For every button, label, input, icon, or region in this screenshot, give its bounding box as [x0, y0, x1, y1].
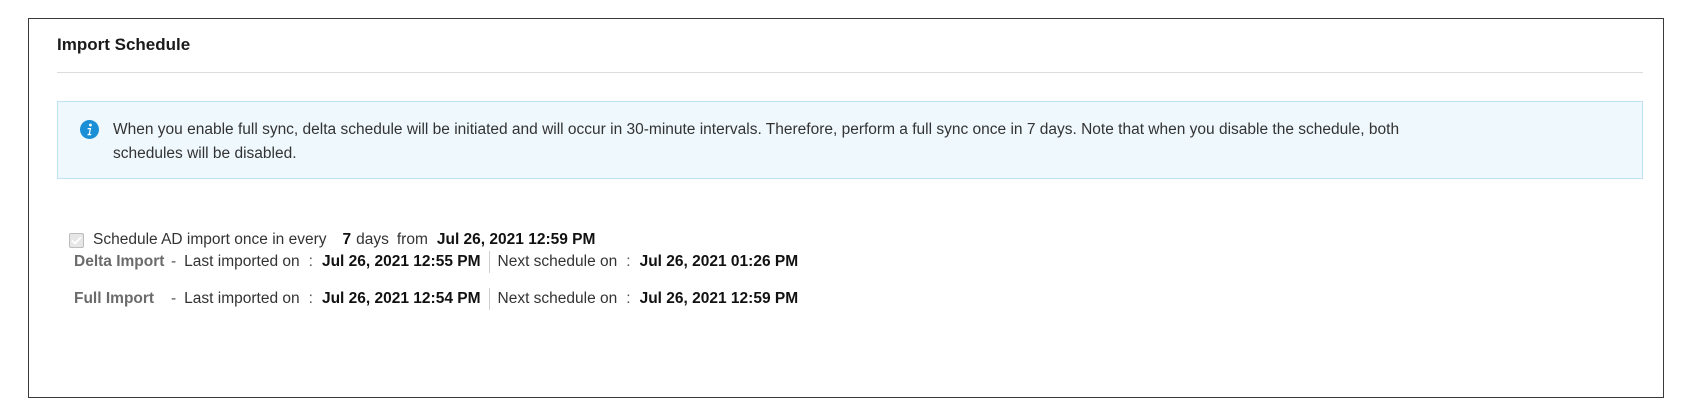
full-last-imported-label: Last imported on	[184, 290, 300, 307]
import-schedule-panel: Import Schedule When you enable full syn…	[28, 18, 1664, 398]
full-import-dash: -	[171, 290, 177, 307]
full-next-schedule-value: Jul 26, 2021 12:59 PM	[639, 290, 799, 307]
delta-import-dash: -	[171, 253, 177, 270]
delta-next-schedule-label: Next schedule on	[497, 253, 618, 270]
info-message: When you enable full sync, delta schedul…	[113, 118, 1582, 166]
delta-last-imported-value: Jul 26, 2021 12:55 PM	[321, 253, 481, 270]
delta-colon: :	[308, 253, 313, 270]
full-last-imported-value: Jul 26, 2021 12:54 PM	[321, 290, 481, 307]
title-divider	[57, 72, 1643, 73]
full-colon: :	[308, 290, 313, 307]
schedule-setting-row: Schedule AD import once in every 7 days …	[69, 231, 595, 249]
panel-title: Import Schedule	[57, 35, 191, 54]
delta-import-label: Delta Import	[74, 253, 165, 270]
delta-last-imported-label: Last imported on	[184, 253, 300, 270]
schedule-days-value[interactable]: 7	[342, 231, 351, 249]
full-import-row: Full Import - Last imported on : Jul 26,…	[74, 288, 798, 310]
checkmark-icon	[71, 236, 82, 245]
delta-separator	[488, 251, 490, 273]
info-icon	[80, 120, 99, 139]
info-message-line1: When you enable full sync, delta schedul…	[113, 121, 1400, 138]
full-separator	[488, 288, 490, 310]
schedule-label: Schedule AD import once in every	[93, 231, 327, 248]
delta-next-colon: :	[626, 253, 631, 270]
schedule-checkbox[interactable]	[69, 232, 84, 248]
info-banner: When you enable full sync, delta schedul…	[57, 101, 1643, 179]
schedule-from-label: from	[396, 231, 428, 248]
delta-next-schedule-value: Jul 26, 2021 01:26 PM	[639, 253, 799, 270]
full-import-label: Full Import	[74, 290, 155, 307]
delta-import-row: Delta Import - Last imported on : Jul 26…	[74, 251, 798, 273]
full-next-schedule-label: Next schedule on	[497, 290, 618, 307]
full-next-colon: :	[626, 290, 631, 307]
schedule-from-datetime[interactable]: Jul 26, 2021 12:59 PM	[437, 231, 596, 249]
info-message-line2: schedules will be disabled.	[113, 145, 297, 162]
schedule-days-unit: days	[356, 231, 389, 248]
